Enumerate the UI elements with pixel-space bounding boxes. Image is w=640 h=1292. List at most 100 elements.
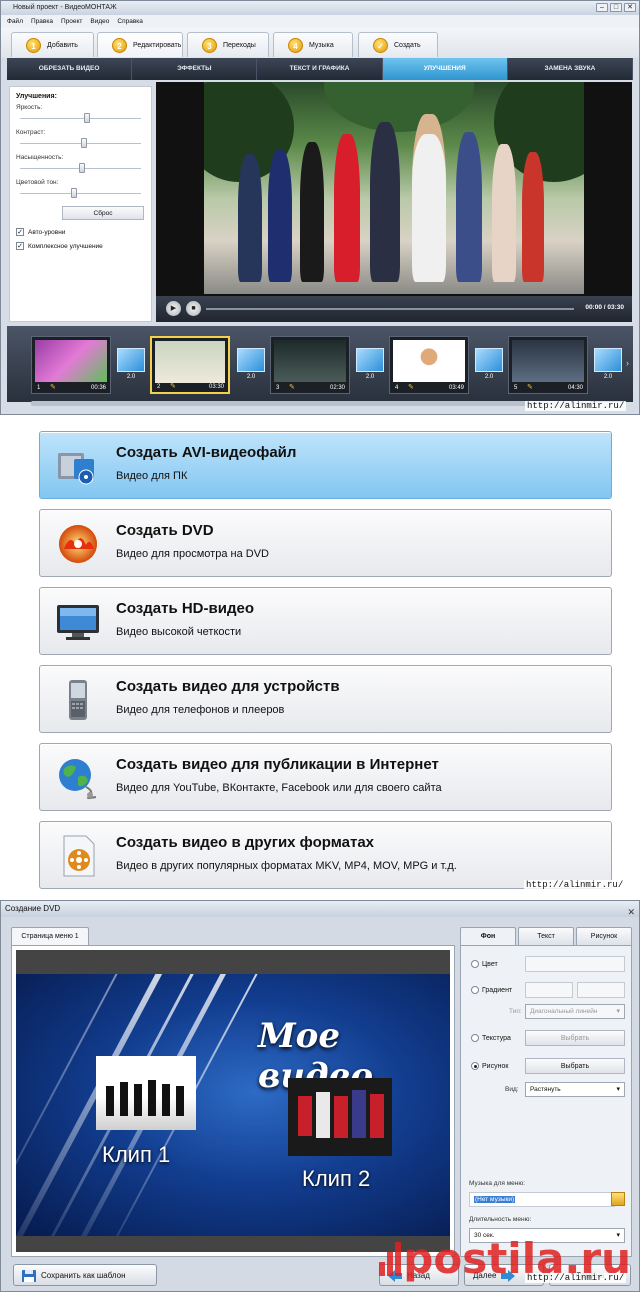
close-icon[interactable]: ✕: [627, 904, 635, 920]
folder-icon[interactable]: [611, 1192, 625, 1206]
slider-thumb[interactable]: [80, 138, 87, 148]
radio-icon[interactable]: [471, 1062, 479, 1070]
slider-label: Контраст:: [16, 129, 46, 136]
auto-levels-checkbox[interactable]: ✓ Авто-уровни: [16, 228, 145, 236]
menu-project[interactable]: Проект: [61, 15, 82, 28]
tab-text[interactable]: Текст: [518, 927, 574, 945]
create-hd-option[interactable]: Создать HD-видео Видео высокой четкости: [39, 587, 612, 655]
step-music[interactable]: 4 Музыка: [273, 32, 353, 57]
menu-file[interactable]: Файл: [7, 15, 23, 28]
step-add[interactable]: 1 Добавить: [11, 32, 94, 57]
option-title: Создать DVD: [116, 522, 214, 539]
timeline-scrollbar[interactable]: [31, 401, 591, 406]
transition-2[interactable]: 2.0: [237, 348, 265, 384]
clip-1-label[interactable]: Клип 1: [102, 1142, 170, 1168]
music-value: (Нет музыки): [474, 1196, 516, 1203]
clip-2-label[interactable]: Клип 2: [302, 1166, 370, 1192]
video-frame: [204, 82, 584, 294]
step-label: Переходы: [223, 41, 256, 49]
pencil-icon[interactable]: ✎: [50, 383, 56, 391]
view-select[interactable]: Растянуть ▾: [525, 1082, 625, 1097]
floppy-disk-icon: [22, 1269, 36, 1282]
checkbox-icon[interactable]: ✓: [16, 242, 24, 250]
minimize-icon[interactable]: –: [596, 3, 608, 12]
clip-5[interactable]: 5 ✎ 04:30: [508, 336, 588, 394]
create-dvd-option[interactable]: Создать DVD Видео для просмотра на DVD: [39, 509, 612, 577]
menu-help[interactable]: Справка: [117, 15, 143, 28]
stop-icon[interactable]: ■: [186, 301, 201, 316]
clip-3[interactable]: 3 ✎ 02:30: [270, 336, 350, 394]
slider-thumb[interactable]: [71, 188, 78, 198]
radio-icon[interactable]: [471, 960, 479, 968]
reset-button[interactable]: Сброс: [62, 206, 144, 220]
monitor-icon: [56, 601, 100, 643]
radio-label: Рисунок: [482, 1062, 509, 1070]
save-template-button[interactable]: Сохранить как шаблон: [13, 1264, 157, 1286]
transition-3[interactable]: 2.0: [356, 348, 384, 384]
clip-number: 2: [157, 384, 161, 390]
create-avi-option[interactable]: Создать AVI-видеофайл Видео для ПК: [39, 431, 612, 499]
step-create[interactable]: ✓ Создать: [358, 32, 438, 57]
radio-label: Текстура: [482, 1034, 511, 1042]
pencil-icon[interactable]: ✎: [408, 383, 414, 391]
pencil-icon[interactable]: ✎: [289, 383, 295, 391]
step-transitions[interactable]: 3 Переходы: [187, 32, 269, 57]
radio-label: Градиент: [482, 986, 513, 994]
step-edit[interactable]: 2 Редактировать: [97, 32, 183, 57]
color-field: [525, 956, 625, 972]
slider-4[interactable]: [16, 186, 145, 200]
transition-4[interactable]: 2.0: [475, 348, 503, 384]
tab-trim-video[interactable]: ОБРЕЗАТЬ ВИДЕО: [7, 58, 133, 80]
time-readout: 00:00 / 03:30: [585, 304, 624, 311]
option-subtitle: Видео в других популярных форматах MKV, …: [116, 860, 457, 872]
close-icon[interactable]: ✕: [624, 3, 636, 12]
complex-enhance-checkbox[interactable]: ✓ Комплексное улучшение: [16, 242, 145, 250]
checkbox-label: Авто-уровни: [28, 228, 66, 236]
tab-replace-sound[interactable]: ЗАМЕНА ЗВУКА: [508, 58, 634, 80]
radio-icon[interactable]: [471, 986, 479, 994]
chevron-down-icon: ▾: [616, 1086, 620, 1093]
scroll-right-icon[interactable]: ›: [626, 358, 629, 368]
pencil-icon[interactable]: ✎: [527, 383, 533, 391]
clip-2[interactable]: 2 ✎ 03:30: [150, 336, 230, 394]
gradient-radio[interactable]: Градиент: [471, 986, 512, 994]
slider-1[interactable]: [16, 111, 145, 125]
transition-5[interactable]: 2.0: [594, 348, 622, 384]
create-devices-option[interactable]: Создать видео для устройств Видео для те…: [39, 665, 612, 733]
create-other-formats-option[interactable]: Создать видео в других форматах Видео в …: [39, 821, 612, 889]
color-radio[interactable]: Цвет: [471, 960, 498, 968]
slider-thumb[interactable]: [78, 163, 85, 173]
step-label: Создать: [394, 41, 421, 49]
clip-2-thumbnail[interactable]: [288, 1078, 392, 1156]
picture-radio[interactable]: Рисунок: [471, 1062, 508, 1070]
option-subtitle: Видео для просмотра на DVD: [116, 548, 269, 560]
menu-music-field[interactable]: (Нет музыки): [469, 1192, 615, 1207]
texture-radio[interactable]: Текстура: [471, 1034, 511, 1042]
checkbox-icon[interactable]: ✓: [16, 228, 24, 236]
slider-3[interactable]: [16, 161, 145, 175]
slider-thumb[interactable]: [84, 113, 91, 123]
pencil-icon[interactable]: ✎: [170, 382, 176, 390]
seek-bar[interactable]: [206, 308, 574, 310]
tab-effects[interactable]: ЭФФЕКТЫ: [132, 58, 258, 80]
menu-duration-label: Длительность меню:: [469, 1216, 532, 1223]
clip-4[interactable]: 4 ✎ 03:49: [389, 336, 469, 394]
tab-menu-page-1[interactable]: Страница меню 1: [11, 927, 89, 945]
clip-1-thumbnail[interactable]: [96, 1056, 196, 1130]
tab-text-graphics[interactable]: ТЕКСТ И ГРАФИКА: [257, 58, 383, 80]
transition-1[interactable]: 2.0: [117, 348, 145, 384]
slider-2[interactable]: [16, 136, 145, 150]
tab-enhancements[interactable]: УЛУЧШЕНИЯ: [382, 58, 508, 80]
menu-edit[interactable]: Правка: [31, 15, 53, 28]
clip-1[interactable]: 1 ✎ 00:36: [31, 336, 111, 394]
play-icon[interactable]: ▶: [166, 301, 181, 316]
picture-select-button[interactable]: Выбрать: [525, 1058, 625, 1074]
watermark-text: http://alinmir.ru/: [525, 401, 627, 411]
create-internet-option[interactable]: Создать видео для публикации в Интернет …: [39, 743, 612, 811]
texture-select-button: Выбрать: [525, 1030, 625, 1046]
maximize-icon[interactable]: □: [610, 3, 622, 12]
radio-icon[interactable]: [471, 1034, 479, 1042]
tab-background[interactable]: Фон: [460, 927, 516, 945]
menu-video[interactable]: Видео: [90, 15, 109, 28]
tab-picture[interactable]: Рисунок: [576, 927, 632, 945]
